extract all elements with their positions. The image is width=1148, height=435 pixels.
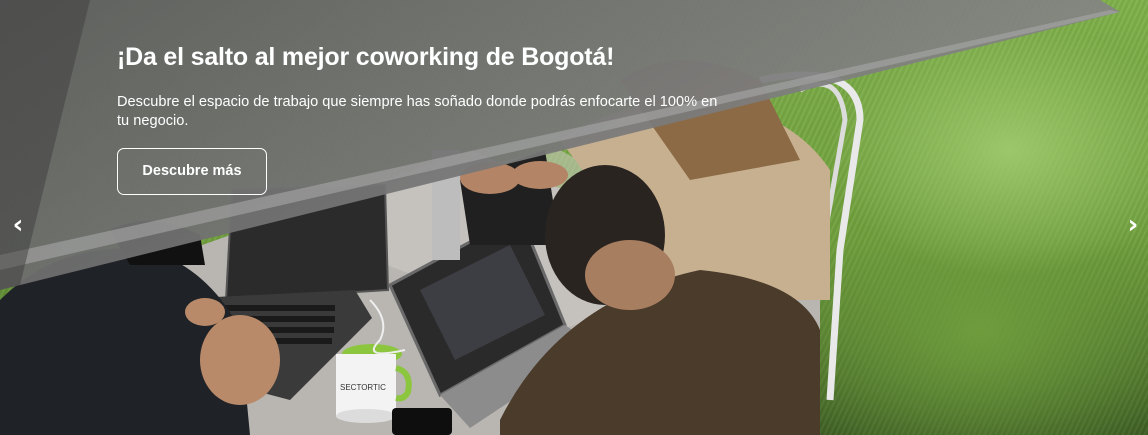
slide-title: ¡Da el salto al mejor coworking de Bogot… [117, 43, 615, 71]
hero-carousel: SECTORTIC ¡Da el salto al mejor coworkin… [0, 0, 1148, 435]
chevron-left-icon[interactable]: ‹ [7, 208, 29, 242]
mug-brand: SECTORTIC [340, 383, 386, 392]
chevron-right-icon[interactable]: › [1122, 208, 1144, 242]
discover-more-button[interactable]: Descubre más [117, 148, 267, 195]
slide-caption: ¡Da el salto al mejor coworking de Bogot… [117, 38, 737, 195]
slide-description: Descubre el espacio de trabajo que siemp… [117, 94, 718, 129]
